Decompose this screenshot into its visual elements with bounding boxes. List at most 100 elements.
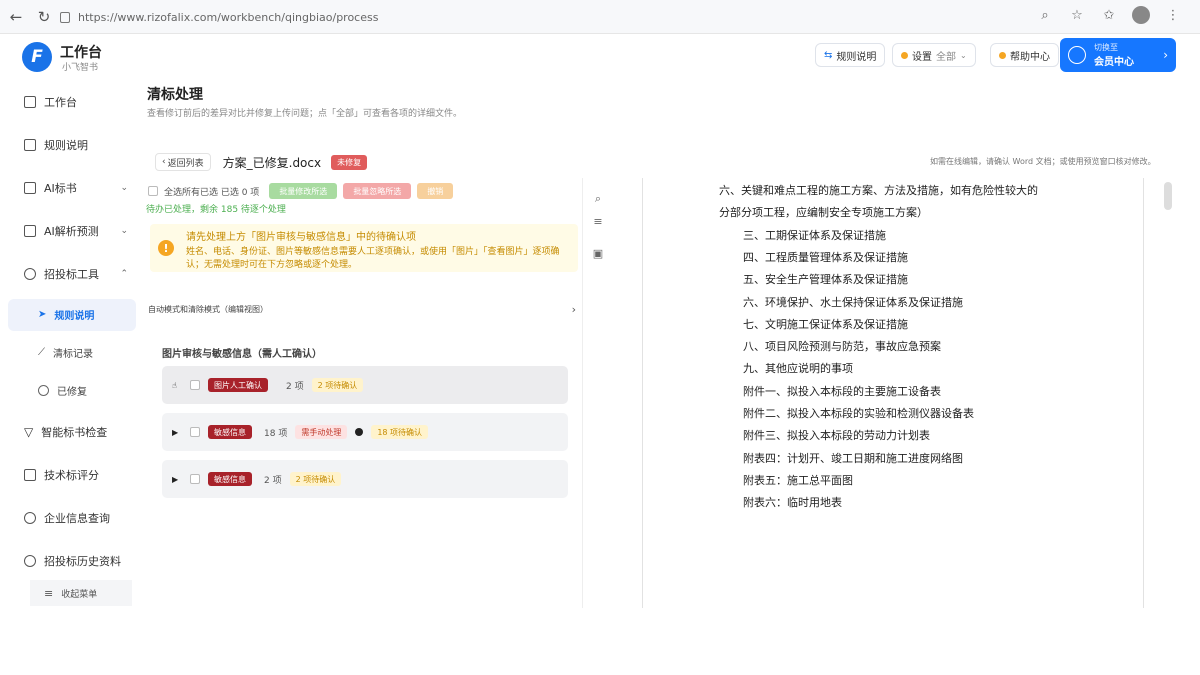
batch-modify-button[interactable]: 批量修改所选 (269, 183, 338, 199)
sidebar-sub-rules[interactable]: ➤ 规则说明 (38, 303, 94, 325)
send-icon: ➤ (38, 308, 47, 320)
rules-icon: ⇆ (824, 49, 833, 61)
document-line: 附件一、拟投入本标段的主要施工设备表 (743, 384, 941, 398)
sidebar-item-label: 招投标工具 (44, 268, 99, 281)
document-name: 方案_已修复.docx (222, 155, 322, 170)
expand-arrow-icon[interactable]: ▶ (172, 475, 182, 484)
sidebar-sub-label: 清标记录 (53, 348, 93, 360)
settings-value: 全部 (936, 51, 956, 63)
page-title: 清标处理 (147, 87, 203, 103)
rules-button[interactable]: ⇆ 规则说明 (815, 43, 886, 67)
sidebar-item-company[interactable]: 企业信息查询 (24, 507, 128, 529)
chevron-right-icon: › (571, 303, 576, 316)
filter-icon: ▽ (24, 425, 34, 439)
document-line: 附表五：施工总平面图 (743, 473, 853, 487)
app-title: 工作台 (60, 45, 102, 61)
sidebar-item-ai-bid[interactable]: AI标书 ⌄ (24, 177, 128, 199)
manual-edit-badge: 需手动处理 (295, 425, 348, 439)
sidebar-sub-label: 规则说明 (54, 310, 95, 322)
document-line: 附件三、拟投入本标段的劳动力计划表 (743, 429, 930, 443)
row-checkbox[interactable] (190, 380, 200, 390)
select-all-checkbox[interactable] (148, 186, 158, 196)
sidebar-sub-fixed[interactable]: 已修复 (38, 379, 87, 401)
document-line: 附表四：计划开、竣工日期和施工进度网络图 (743, 451, 963, 465)
sidebar-item-check[interactable]: ▽ 智能标书检查 (24, 421, 128, 443)
group-count: 18 项 (264, 428, 288, 439)
document-line: 六、关键和难点工程的施工方案、方法及措施，如有危险性较大的 (719, 184, 1038, 197)
issue-group-row[interactable]: ☝ 图片人工确认 2 项 2 项待确认 (162, 366, 568, 404)
chevron-down-icon: ⌄ (960, 50, 967, 60)
search-icon[interactable]: ⌕ (592, 192, 604, 205)
page-description: 查看修订前后的差异对比并修复上传问题；点「全部」可查看各项的详细文件。 (147, 109, 463, 119)
sidebar-item-score[interactable]: 技术标评分 (24, 464, 128, 486)
document-line: 附件二、拟投入本标段的实验和检测仪器设备表 (743, 407, 974, 420)
issue-group-row[interactable]: ▶ 敏感信息 18 项 需手动处理 18 项待确认 (162, 413, 568, 451)
progress-hint: 待办已处理，剩余 185 待逐个处理 (146, 205, 286, 215)
back-button-label: 返回列表 (167, 158, 204, 169)
collapse-menu-label: 收起菜单 (61, 589, 98, 600)
profile-avatar-icon[interactable] (1132, 6, 1150, 24)
sidebar-item-rules[interactable]: 规则说明 (24, 134, 128, 156)
expand-arrow-icon[interactable]: ▶ (172, 428, 182, 437)
chevron-up-icon: ⌃ (120, 269, 128, 279)
app-logo-icon[interactable]: F (22, 42, 52, 72)
save-icon[interactable]: ▣ (592, 247, 604, 260)
pending-badge: 2 项待确认 (311, 378, 364, 392)
issue-group-row[interactable]: ▶ 敏感信息 2 项 2 项待确认 (162, 460, 568, 498)
sidebar-item-history[interactable]: 招投标历史资料 (24, 550, 128, 572)
search-icon (24, 512, 36, 524)
warning-icon: ! (158, 240, 174, 256)
url-text: https://www.rizofalix.com/workbench/qing… (78, 10, 379, 24)
settings-dropdown[interactable]: 设置 全部 ⌄ (892, 43, 976, 67)
settings-dot-icon (901, 51, 908, 59)
document-line: 七、文明施工保证体系及保证措施 (743, 317, 908, 331)
lock-icon (60, 11, 70, 23)
zoom-icon[interactable]: ⌕ (1036, 6, 1054, 24)
sidebar-item-workbench[interactable]: 工作台 (24, 91, 128, 113)
favorites-icon[interactable]: ✩ (1100, 6, 1118, 24)
help-center-label: 帮助中心 (1010, 51, 1050, 63)
document-line: 六、环境保护、水土保持保证体系及保证措施 (743, 295, 963, 309)
sidebar-item-label: AI解析预测 (44, 225, 99, 238)
scrollbar-thumb[interactable] (1164, 182, 1172, 210)
address-bar[interactable]: https://www.rizofalix.com/workbench/qing… (60, 8, 378, 26)
document-line: 四、工程质量管理体系及保证措施 (743, 250, 908, 264)
help-center-button[interactable]: 帮助中心 (990, 43, 1059, 67)
notice-title: 请先处理上方「图片审核与敏感信息」中的待确认项 (186, 232, 416, 243)
settings-label: 设置 (912, 51, 932, 63)
more-icon[interactable]: ⋮ (1164, 6, 1182, 24)
list-icon[interactable]: ≡ (592, 215, 604, 228)
mode-selector[interactable]: 自动模式和清除模式（编辑视图） › (148, 303, 576, 316)
document-line: 五、安全生产管理体系及保证措施 (743, 273, 908, 287)
section-title: 图片审核与敏感信息（需人工确认） (162, 349, 322, 360)
sidebar-item-label: 技术标评分 (44, 469, 99, 482)
sidebar-item-tools[interactable]: 招投标工具 ⌃ (24, 263, 128, 285)
app-header: F 工作台 小飞智书 ⇆ 规则说明 设置 全部 ⌄ 帮助中心 切换至 会员中心 … (0, 34, 1200, 80)
member-card-title: 会员中心 (1094, 57, 1134, 68)
back-arrow-icon[interactable]: ← (4, 5, 28, 29)
star-icon[interactable]: ☆ (1068, 6, 1086, 24)
document-icon (24, 139, 36, 151)
browser-actions: ⌕ ☆ ✩ ⋮ (1036, 6, 1182, 24)
history-icon (24, 555, 36, 567)
row-checkbox[interactable] (190, 427, 200, 437)
sidebar-item-label: 企业信息查询 (44, 512, 110, 525)
group-count: 2 项 (264, 475, 282, 486)
sidebar-item-label: 智能标书检查 (41, 426, 108, 439)
sidebar-sub-records[interactable]: ⟋ 清标记录 (38, 341, 93, 363)
chevron-right-icon: › (1163, 48, 1168, 62)
sidebar-item-label: AI标书 (44, 182, 77, 195)
undo-button[interactable]: 撤销 (417, 183, 454, 199)
group-count: 2 项 (286, 381, 304, 392)
row-checkbox[interactable] (190, 474, 200, 484)
reload-icon[interactable]: ↻ (32, 5, 56, 29)
batch-ignore-button[interactable]: 批量忽略所选 (343, 183, 412, 199)
member-center-card[interactable]: 切换至 会员中心 › (1060, 38, 1176, 72)
document-line: 八、项目风险预测与防范，事故应急预案 (743, 340, 941, 354)
sidebar-item-ai-predict[interactable]: AI解析预测 ⌄ (24, 220, 128, 242)
collapse-menu-button[interactable]: ≡ 收起菜单 (30, 580, 132, 606)
sidebar-item-label: 规则说明 (44, 139, 88, 152)
document-line: 分部分项工程，应编制安全专项施工方案） (719, 206, 928, 220)
user-icon (1068, 46, 1086, 64)
back-to-list-button[interactable]: ‹ 返回列表 (155, 153, 211, 171)
